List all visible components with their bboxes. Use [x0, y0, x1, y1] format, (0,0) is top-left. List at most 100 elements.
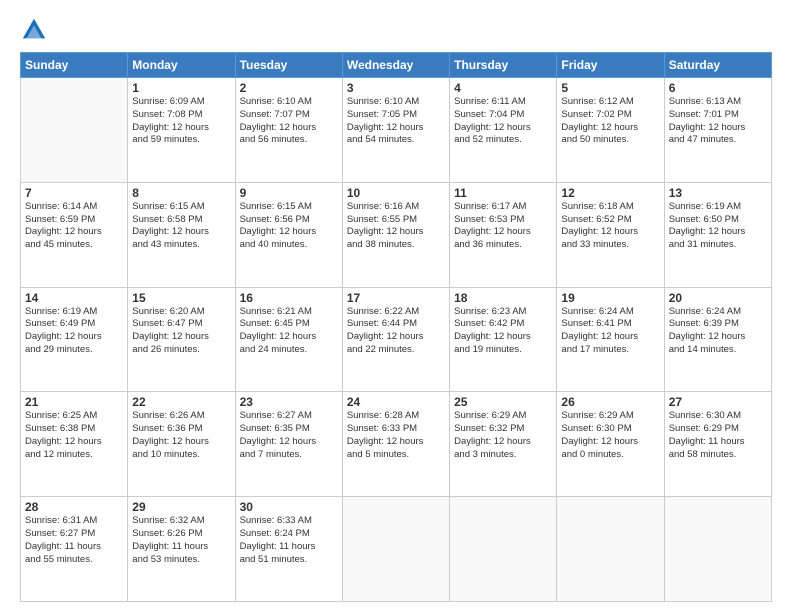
- calendar-week-3: 14Sunrise: 6:19 AM Sunset: 6:49 PM Dayli…: [21, 287, 772, 392]
- day-number: 3: [347, 81, 445, 95]
- calendar-cell: 23Sunrise: 6:27 AM Sunset: 6:35 PM Dayli…: [235, 392, 342, 497]
- day-info: Sunrise: 6:22 AM Sunset: 6:44 PM Dayligh…: [347, 306, 445, 357]
- day-number: 25: [454, 395, 552, 409]
- day-info: Sunrise: 6:29 AM Sunset: 6:30 PM Dayligh…: [561, 410, 659, 461]
- day-number: 1: [132, 81, 230, 95]
- calendar-cell: 25Sunrise: 6:29 AM Sunset: 6:32 PM Dayli…: [450, 392, 557, 497]
- day-number: 21: [25, 395, 123, 409]
- calendar-cell: [450, 497, 557, 602]
- day-info: Sunrise: 6:19 AM Sunset: 6:49 PM Dayligh…: [25, 306, 123, 357]
- calendar-cell: 22Sunrise: 6:26 AM Sunset: 6:36 PM Dayli…: [128, 392, 235, 497]
- header: [20, 16, 772, 44]
- day-number: 23: [240, 395, 338, 409]
- calendar-cell: 10Sunrise: 6:16 AM Sunset: 6:55 PM Dayli…: [342, 182, 449, 287]
- calendar-cell: 17Sunrise: 6:22 AM Sunset: 6:44 PM Dayli…: [342, 287, 449, 392]
- day-number: 16: [240, 291, 338, 305]
- calendar-cell: [557, 497, 664, 602]
- day-number: 13: [669, 186, 767, 200]
- calendar-cell: 15Sunrise: 6:20 AM Sunset: 6:47 PM Dayli…: [128, 287, 235, 392]
- calendar-week-5: 28Sunrise: 6:31 AM Sunset: 6:27 PM Dayli…: [21, 497, 772, 602]
- calendar-cell: 26Sunrise: 6:29 AM Sunset: 6:30 PM Dayli…: [557, 392, 664, 497]
- calendar-cell: 9Sunrise: 6:15 AM Sunset: 6:56 PM Daylig…: [235, 182, 342, 287]
- calendar-week-4: 21Sunrise: 6:25 AM Sunset: 6:38 PM Dayli…: [21, 392, 772, 497]
- day-number: 9: [240, 186, 338, 200]
- day-number: 14: [25, 291, 123, 305]
- day-info: Sunrise: 6:10 AM Sunset: 7:05 PM Dayligh…: [347, 96, 445, 147]
- weekday-header-row: SundayMondayTuesdayWednesdayThursdayFrid…: [21, 53, 772, 78]
- day-info: Sunrise: 6:20 AM Sunset: 6:47 PM Dayligh…: [132, 306, 230, 357]
- day-info: Sunrise: 6:21 AM Sunset: 6:45 PM Dayligh…: [240, 306, 338, 357]
- calendar-cell: 14Sunrise: 6:19 AM Sunset: 6:49 PM Dayli…: [21, 287, 128, 392]
- calendar-cell: 7Sunrise: 6:14 AM Sunset: 6:59 PM Daylig…: [21, 182, 128, 287]
- day-info: Sunrise: 6:33 AM Sunset: 6:24 PM Dayligh…: [240, 515, 338, 566]
- calendar-table: SundayMondayTuesdayWednesdayThursdayFrid…: [20, 52, 772, 602]
- day-number: 8: [132, 186, 230, 200]
- day-info: Sunrise: 6:30 AM Sunset: 6:29 PM Dayligh…: [669, 410, 767, 461]
- day-number: 20: [669, 291, 767, 305]
- day-number: 28: [25, 500, 123, 514]
- logo-icon: [20, 16, 48, 44]
- day-number: 2: [240, 81, 338, 95]
- calendar-cell: 29Sunrise: 6:32 AM Sunset: 6:26 PM Dayli…: [128, 497, 235, 602]
- day-number: 29: [132, 500, 230, 514]
- calendar-cell: 11Sunrise: 6:17 AM Sunset: 6:53 PM Dayli…: [450, 182, 557, 287]
- day-info: Sunrise: 6:19 AM Sunset: 6:50 PM Dayligh…: [669, 201, 767, 252]
- day-info: Sunrise: 6:18 AM Sunset: 6:52 PM Dayligh…: [561, 201, 659, 252]
- day-number: 22: [132, 395, 230, 409]
- calendar-week-2: 7Sunrise: 6:14 AM Sunset: 6:59 PM Daylig…: [21, 182, 772, 287]
- day-info: Sunrise: 6:24 AM Sunset: 6:41 PM Dayligh…: [561, 306, 659, 357]
- calendar-body: 1Sunrise: 6:09 AM Sunset: 7:08 PM Daylig…: [21, 78, 772, 602]
- calendar-cell: 30Sunrise: 6:33 AM Sunset: 6:24 PM Dayli…: [235, 497, 342, 602]
- day-info: Sunrise: 6:14 AM Sunset: 6:59 PM Dayligh…: [25, 201, 123, 252]
- calendar-cell: [342, 497, 449, 602]
- day-number: 7: [25, 186, 123, 200]
- logo: [20, 16, 52, 44]
- calendar-cell: [21, 78, 128, 183]
- day-info: Sunrise: 6:23 AM Sunset: 6:42 PM Dayligh…: [454, 306, 552, 357]
- calendar-cell: 4Sunrise: 6:11 AM Sunset: 7:04 PM Daylig…: [450, 78, 557, 183]
- weekday-header-wednesday: Wednesday: [342, 53, 449, 78]
- calendar-cell: 12Sunrise: 6:18 AM Sunset: 6:52 PM Dayli…: [557, 182, 664, 287]
- weekday-header-sunday: Sunday: [21, 53, 128, 78]
- day-info: Sunrise: 6:15 AM Sunset: 6:56 PM Dayligh…: [240, 201, 338, 252]
- day-info: Sunrise: 6:25 AM Sunset: 6:38 PM Dayligh…: [25, 410, 123, 461]
- day-number: 24: [347, 395, 445, 409]
- calendar-cell: 6Sunrise: 6:13 AM Sunset: 7:01 PM Daylig…: [664, 78, 771, 183]
- calendar-cell: 5Sunrise: 6:12 AM Sunset: 7:02 PM Daylig…: [557, 78, 664, 183]
- weekday-header-saturday: Saturday: [664, 53, 771, 78]
- page: SundayMondayTuesdayWednesdayThursdayFrid…: [0, 0, 792, 612]
- day-info: Sunrise: 6:26 AM Sunset: 6:36 PM Dayligh…: [132, 410, 230, 461]
- day-info: Sunrise: 6:11 AM Sunset: 7:04 PM Dayligh…: [454, 96, 552, 147]
- day-info: Sunrise: 6:15 AM Sunset: 6:58 PM Dayligh…: [132, 201, 230, 252]
- day-info: Sunrise: 6:09 AM Sunset: 7:08 PM Dayligh…: [132, 96, 230, 147]
- day-info: Sunrise: 6:32 AM Sunset: 6:26 PM Dayligh…: [132, 515, 230, 566]
- weekday-header-tuesday: Tuesday: [235, 53, 342, 78]
- weekday-header-thursday: Thursday: [450, 53, 557, 78]
- calendar-cell: 18Sunrise: 6:23 AM Sunset: 6:42 PM Dayli…: [450, 287, 557, 392]
- weekday-header-monday: Monday: [128, 53, 235, 78]
- day-info: Sunrise: 6:16 AM Sunset: 6:55 PM Dayligh…: [347, 201, 445, 252]
- day-number: 19: [561, 291, 659, 305]
- calendar-cell: 16Sunrise: 6:21 AM Sunset: 6:45 PM Dayli…: [235, 287, 342, 392]
- day-info: Sunrise: 6:28 AM Sunset: 6:33 PM Dayligh…: [347, 410, 445, 461]
- calendar-week-1: 1Sunrise: 6:09 AM Sunset: 7:08 PM Daylig…: [21, 78, 772, 183]
- day-info: Sunrise: 6:31 AM Sunset: 6:27 PM Dayligh…: [25, 515, 123, 566]
- day-info: Sunrise: 6:27 AM Sunset: 6:35 PM Dayligh…: [240, 410, 338, 461]
- day-info: Sunrise: 6:24 AM Sunset: 6:39 PM Dayligh…: [669, 306, 767, 357]
- day-info: Sunrise: 6:13 AM Sunset: 7:01 PM Dayligh…: [669, 96, 767, 147]
- weekday-header-friday: Friday: [557, 53, 664, 78]
- calendar-cell: 27Sunrise: 6:30 AM Sunset: 6:29 PM Dayli…: [664, 392, 771, 497]
- calendar-cell: 13Sunrise: 6:19 AM Sunset: 6:50 PM Dayli…: [664, 182, 771, 287]
- day-number: 15: [132, 291, 230, 305]
- day-number: 10: [347, 186, 445, 200]
- day-info: Sunrise: 6:12 AM Sunset: 7:02 PM Dayligh…: [561, 96, 659, 147]
- calendar-cell: 2Sunrise: 6:10 AM Sunset: 7:07 PM Daylig…: [235, 78, 342, 183]
- calendar-cell: 8Sunrise: 6:15 AM Sunset: 6:58 PM Daylig…: [128, 182, 235, 287]
- day-number: 26: [561, 395, 659, 409]
- day-number: 12: [561, 186, 659, 200]
- calendar-cell: 1Sunrise: 6:09 AM Sunset: 7:08 PM Daylig…: [128, 78, 235, 183]
- calendar-cell: 3Sunrise: 6:10 AM Sunset: 7:05 PM Daylig…: [342, 78, 449, 183]
- day-number: 4: [454, 81, 552, 95]
- day-number: 30: [240, 500, 338, 514]
- day-number: 5: [561, 81, 659, 95]
